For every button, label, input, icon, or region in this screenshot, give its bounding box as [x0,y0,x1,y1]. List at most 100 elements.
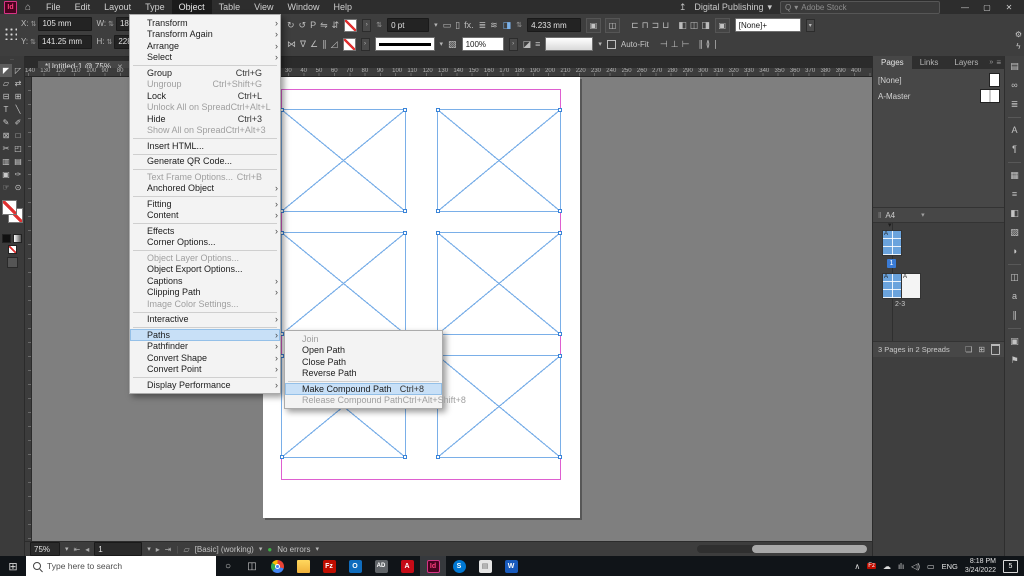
chevron-down-icon[interactable]: ▾ [440,40,444,48]
align-panel-icon[interactable]: ∥ [1008,309,1021,321]
screen-mode-button[interactable] [7,257,18,268]
flip-vertical-icon[interactable]: ∇ [300,39,306,49]
notes-app-icon[interactable]: ▤ [472,556,498,576]
menu-item-content[interactable]: Content › [130,210,280,222]
object-styles-panel-icon[interactable]: ▣ [1008,328,1021,347]
apply-none-button[interactable] [8,245,17,254]
selection-tool[interactable]: ◤ [0,64,12,77]
free-transform-tool[interactable]: ◰ [12,142,24,155]
y-field[interactable]: 141.25 mm [38,35,92,49]
outlook-icon[interactable]: O [342,556,368,576]
layers-panel-icon[interactable]: ≣ [1008,98,1021,110]
menu-item-unlock-all[interactable]: Unlock All on Spread Ctrl+Alt+L › [130,102,280,114]
menu-type[interactable]: Type [138,0,172,14]
stepper-icon[interactable]: ⇅ [30,38,36,46]
hidden-icons-chevron[interactable]: ∧ [854,562,860,571]
chevron-down-icon[interactable]: ▾ [434,21,438,29]
drop-shadow-icon[interactable]: ◪ [523,39,532,49]
object-style-field[interactable]: [None]+ [735,18,801,32]
scissors-tool[interactable]: ✂ [0,142,12,155]
direct-selection-tool[interactable]: ◸ [12,64,24,77]
distribute-icon[interactable]: ∣ [713,39,718,49]
close-button[interactable]: ✕ [998,0,1020,14]
text-wrap-panel-icon[interactable]: ◫ [1008,264,1021,283]
fill-color-swatch[interactable] [2,200,17,215]
menu-item-object-export-options[interactable]: Object Export Options... › [130,264,280,276]
submenu-item-close-path[interactable]: Close Path [285,356,442,368]
scrollbar-thumb[interactable] [752,545,867,553]
menu-item-text-frame-options[interactable]: Text Frame Options... Ctrl+B › [130,171,280,183]
object-style-icon[interactable]: ▣ [715,18,730,33]
menu-layout[interactable]: Layout [97,0,138,14]
rotate-angle-icon[interactable]: ∠ [310,39,318,49]
taskbar-search[interactable]: Type here to search [26,556,216,576]
menu-item-insert-html[interactable]: Insert HTML... › [130,140,280,152]
tab-pages[interactable]: Pages [873,56,912,69]
rotate-ccw-icon[interactable]: ↺ [299,20,307,30]
page-1-thumbnail[interactable]: A [882,230,902,256]
gradient-feather-tool[interactable]: ▤ [12,155,24,168]
placeholder-frame-4[interactable] [437,232,561,335]
menu-item-clipping-path[interactable]: Clipping Path › [130,287,280,299]
x-field[interactable]: 105 mm [38,17,92,31]
menu-item-hide[interactable]: Hide Ctrl+3 › [130,113,280,125]
corner-radius-field[interactable]: 4.233 mm [527,18,581,32]
tab-links[interactable]: Links [912,56,947,69]
frame-corner-icon[interactable]: ▯ [455,20,460,30]
tab-layers[interactable]: Layers [946,56,986,69]
fill-swatch[interactable] [343,38,356,51]
paragraph-styles-panel-icon[interactable]: ¶ [1008,143,1021,155]
chevron-down-icon[interactable]: ▾ [65,545,69,553]
page-number-field[interactable]: 1 [94,542,142,556]
wrap-none-icon[interactable]: ≣ [479,20,487,30]
master-none-row[interactable]: [None] [873,72,1005,88]
menu-object[interactable]: Object [172,0,212,14]
menu-window[interactable]: Window [281,0,327,14]
edit-spread-icon[interactable]: ❏ [965,345,972,354]
stroke-weight-field[interactable]: 0 pt [387,18,429,32]
rotate-cw-icon[interactable]: ↻ [287,20,295,30]
chevron-down-icon[interactable]: ▾ [806,19,815,32]
submenu-item-join[interactable]: Join [285,333,442,345]
hand-tool[interactable]: ☞ [0,181,12,194]
document-page[interactable] [263,77,580,518]
swatch-flyout-button[interactable]: › [361,38,370,51]
apply-color-button[interactable] [2,234,11,243]
opacity-flyout-button[interactable]: › [509,38,518,51]
menu-item-select[interactable]: Select › [130,52,280,64]
submenu-item-open-path[interactable]: Open Path [285,345,442,357]
reference-point-icon[interactable]: P [310,20,316,30]
filezilla-icon[interactable]: Fz [316,556,342,576]
distribute-icon[interactable]: ≬ [706,39,710,49]
placeholder-frame-1[interactable] [281,109,406,212]
flip-v-icon[interactable]: ⇵ [332,20,340,30]
menu-item-effects[interactable]: Effects › [130,225,280,237]
home-icon[interactable]: ⌂ [25,2,31,13]
align-icon[interactable]: ⊓ [642,20,649,30]
menu-item-transform[interactable]: Transform › [130,17,280,29]
page-tool[interactable]: ▱ [0,77,12,90]
battery-icon[interactable]: ▭ [927,562,935,571]
chevron-down-icon[interactable]: ▾ [316,545,320,553]
align-icon[interactable]: ⊔ [662,20,669,30]
stepper-icon[interactable]: ⇅ [31,20,37,28]
menu-item-generate-qr[interactable]: Generate QR Code... › [130,156,280,168]
menu-item-arrange[interactable]: Arrange › [130,40,280,52]
chrome-icon[interactable] [264,556,290,576]
distribute-icon[interactable]: ◧ [678,20,687,30]
restore-button[interactable]: ▢ [976,0,998,14]
action-center-icon[interactable]: 5 [1003,560,1018,573]
placeholder-frame-3[interactable] [281,232,406,335]
distribute-icon[interactable]: ∥ [698,39,703,49]
word-icon[interactable]: W [498,556,524,576]
preflight-icon[interactable]: ▱ [184,545,190,554]
first-page-button[interactable]: ⇤ [74,545,81,554]
stepper-icon[interactable]: ⇅ [516,21,522,29]
color-panel-icon[interactable]: ◧ [1008,207,1021,219]
vertical-ruler[interactable] [24,76,32,541]
align-icon[interactable]: ⊢ [682,39,690,49]
menu-item-display-performance[interactable]: Display Performance › [130,379,280,391]
ad-app-icon[interactable]: AD [368,556,394,576]
eyedropper-tool[interactable]: ✑ [12,168,24,181]
submenu-item-release-compound-path[interactable]: Release Compound Path Ctrl+Alt+Shift+8 [285,395,442,407]
